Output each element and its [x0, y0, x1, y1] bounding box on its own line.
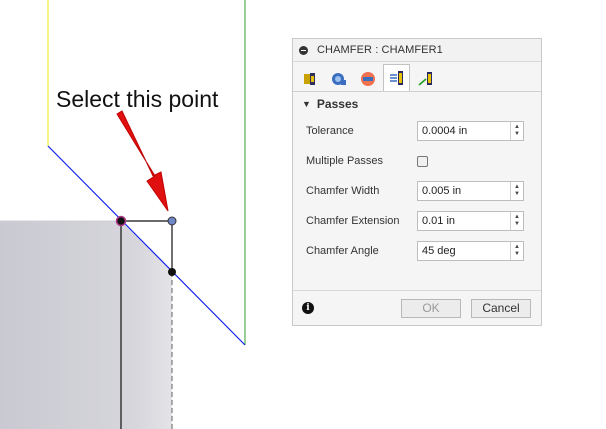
tool-icon: [303, 73, 315, 85]
tab-linking[interactable]: [412, 66, 439, 91]
ok-button[interactable]: OK: [401, 299, 461, 318]
info-icon[interactable]: i: [302, 302, 314, 314]
tab-geometry[interactable]: [325, 66, 352, 91]
red-arrow-icon: [116, 110, 169, 212]
expand-triangle-icon: ▼: [302, 99, 311, 109]
chamfer-dialog: CHAMFER : CHAMFER1 ▼ Passes Tolerance 0.…: [292, 38, 542, 326]
chamfer-width-input[interactable]: 0.005 in ▲ ▼: [417, 181, 524, 201]
annotation-label: Select this point: [56, 86, 219, 112]
chamfer-width-spinner[interactable]: ▲ ▼: [510, 182, 523, 200]
tab-heights[interactable]: [354, 66, 381, 91]
spin-down-icon[interactable]: ▼: [514, 131, 520, 138]
chamfer-angle-spinner[interactable]: ▲ ▼: [510, 242, 523, 260]
chamfer-extension-row: Chamfer Extension 0.01 in ▲ ▼: [293, 206, 541, 236]
chamfer-width-value[interactable]: 0.005 in: [418, 185, 510, 197]
chamfer-angle-input[interactable]: 45 deg ▲ ▼: [417, 241, 524, 261]
multiple-passes-row: Multiple Passes: [293, 146, 541, 176]
multiple-passes-label: Multiple Passes: [306, 155, 384, 167]
tolerance-input[interactable]: 0.0004 in ▲ ▼: [417, 121, 524, 141]
tolerance-spinner[interactable]: ▲ ▼: [510, 122, 523, 140]
spin-up-icon[interactable]: ▲: [514, 184, 520, 191]
section-title: Passes: [316, 97, 359, 111]
chamfer-extension-label: Chamfer Extension: [306, 215, 400, 227]
tolerance-value[interactable]: 0.0004 in: [418, 125, 510, 137]
multiple-passes-checkbox[interactable]: [417, 155, 428, 167]
tab-passes[interactable]: [383, 64, 410, 91]
part-body: [0, 221, 172, 429]
chamfer-extension-value[interactable]: 0.01 in: [418, 215, 510, 227]
dialog-title-bar: CHAMFER : CHAMFER1: [293, 39, 541, 62]
cancel-button[interactable]: Cancel: [471, 299, 531, 318]
dialog-tabs: [293, 62, 541, 92]
chamfer-width-row: Chamfer Width 0.005 in ▲ ▼: [293, 176, 541, 206]
passes-icon: [389, 71, 403, 85]
spin-down-icon[interactable]: ▼: [514, 191, 520, 198]
chamfer-angle-row: Chamfer Angle 45 deg ▲ ▼: [293, 236, 541, 266]
chamfer-angle-label: Chamfer Angle: [306, 245, 379, 257]
spin-up-icon[interactable]: ▲: [514, 244, 520, 251]
collapse-icon[interactable]: [299, 45, 308, 55]
chamfer-angle-value[interactable]: 45 deg: [418, 245, 510, 257]
tolerance-row: Tolerance 0.0004 in ▲ ▼: [293, 116, 541, 146]
chamfer-start-point[interactable]: [115, 215, 127, 227]
target-selection-point[interactable]: [167, 216, 177, 226]
dialog-footer: i OK Cancel: [293, 290, 541, 325]
tolerance-label: Tolerance: [306, 125, 354, 137]
spin-up-icon[interactable]: ▲: [514, 214, 520, 221]
spin-down-icon[interactable]: ▼: [514, 221, 520, 228]
geometry-icon: [331, 73, 346, 85]
section-header-passes[interactable]: ▼ Passes: [293, 92, 541, 116]
heights-icon: [360, 72, 375, 86]
dialog-title: CHAMFER : CHAMFER1: [317, 44, 443, 56]
chamfer-extension-spinner[interactable]: ▲ ▼: [510, 212, 523, 230]
tab-tool[interactable]: [296, 66, 323, 91]
chamfer-extension-input[interactable]: 0.01 in ▲ ▼: [417, 211, 524, 231]
chamfer-end-point[interactable]: [168, 268, 176, 276]
linking-icon: [417, 72, 432, 86]
chamfer-width-label: Chamfer Width: [306, 185, 380, 197]
spin-down-icon[interactable]: ▼: [514, 251, 520, 258]
spin-up-icon[interactable]: ▲: [514, 124, 520, 131]
